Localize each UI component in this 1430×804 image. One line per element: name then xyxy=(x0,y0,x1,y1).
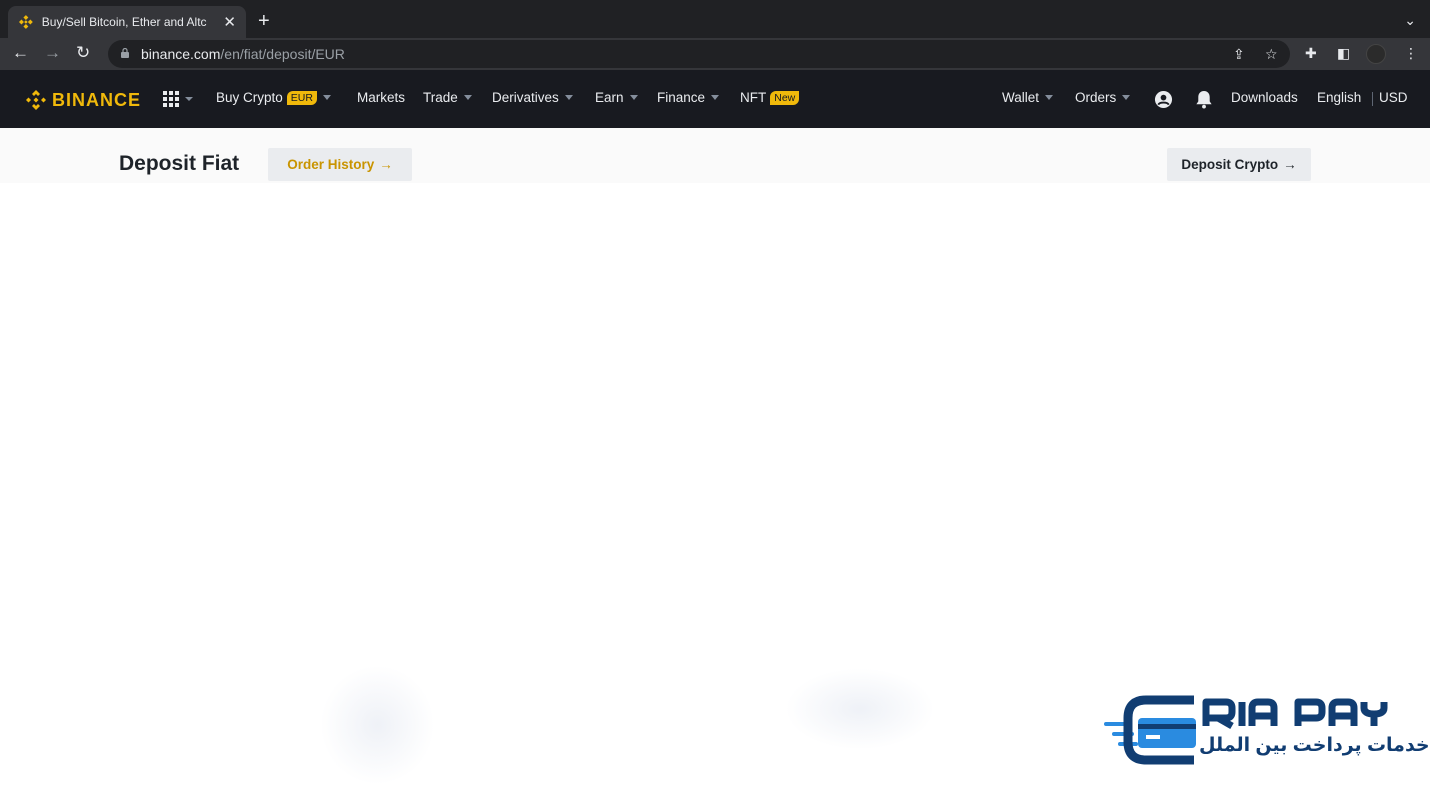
profile-avatar[interactable] xyxy=(1366,44,1386,64)
reload-icon[interactable]: ↻ xyxy=(76,43,90,63)
menu-dots-icon[interactable]: ⋮ xyxy=(1404,45,1418,62)
nav-orders[interactable]: Orders xyxy=(1075,90,1131,105)
order-history-label: Order History xyxy=(287,157,375,172)
chevron-down-icon xyxy=(1045,95,1054,100)
nav-wallet-label: Wallet xyxy=(1002,90,1040,105)
lock-icon xyxy=(121,48,129,58)
url-path: /en/fiat/deposit/EUR xyxy=(220,46,345,62)
nav-earn[interactable]: Earn xyxy=(595,90,638,105)
forward-icon[interactable]: → xyxy=(44,43,61,63)
tab-title: Buy/Sell Bitcoin, Ether and Altc xyxy=(41,15,207,29)
nav-downloads-label: Downloads xyxy=(1231,90,1298,105)
bookmark-star-icon[interactable]: ☆ xyxy=(1265,46,1278,63)
extensions-icon[interactable]: ✚ xyxy=(1305,45,1317,62)
side-panel-icon[interactable]: ◧ xyxy=(1337,45,1350,62)
nav-finance-label: Finance xyxy=(657,90,706,105)
nav-wallet[interactable]: Wallet xyxy=(1002,90,1054,105)
nav-currency-label: USD xyxy=(1379,90,1408,105)
new-tab-icon[interactable]: + xyxy=(258,11,270,31)
nav-nft-label: NFT xyxy=(740,90,767,105)
share-icon[interactable]: ⇪ xyxy=(1233,46,1245,63)
nav-language[interactable]: English xyxy=(1317,90,1361,105)
nav-markets[interactable]: Markets xyxy=(357,90,405,105)
nav-nft[interactable]: NFT New xyxy=(740,90,800,105)
chevron-down-icon xyxy=(322,95,331,100)
deposit-crypto-label: Deposit Crypto xyxy=(1181,157,1279,172)
nav-orders-label: Orders xyxy=(1075,90,1117,105)
arrow-right-icon: → xyxy=(379,157,393,172)
binance-logo-icon xyxy=(26,90,46,110)
chevron-down-icon xyxy=(564,95,573,100)
order-history-button[interactable]: Order History → xyxy=(268,148,412,181)
divider xyxy=(1372,92,1373,106)
nav-language-label: English xyxy=(1317,90,1362,105)
watermark-subtitle: خدمات پرداخت بین الملل xyxy=(1199,735,1430,756)
apps-grid-icon[interactable] xyxy=(163,91,193,107)
browser-tab-strip: Buy/Sell Bitcoin, Ether and Altc ✕ + ⌄ xyxy=(0,0,1430,38)
page-subheader: Deposit Fiat Order History → Deposit Cry… xyxy=(0,128,1430,183)
chevron-down-icon xyxy=(711,95,720,100)
nav-currency[interactable]: USD xyxy=(1379,90,1408,105)
chevron-down-icon xyxy=(1122,95,1131,100)
loading-placeholder xyxy=(785,668,935,750)
address-bar[interactable]: binance.com/en/fiat/deposit/EUR ⇪ ☆ xyxy=(108,40,1290,68)
nav-derivatives[interactable]: Derivatives xyxy=(492,90,573,105)
deposit-crypto-button[interactable]: Deposit Crypto → xyxy=(1167,148,1311,181)
page-title: Deposit Fiat xyxy=(119,152,240,175)
url-host: binance.com xyxy=(141,46,221,62)
loading-placeholder xyxy=(320,665,435,785)
logo-text: BINANCE xyxy=(52,89,142,110)
nav-downloads[interactable]: Downloads xyxy=(1231,90,1298,105)
binance-logo[interactable]: BINANCE xyxy=(24,88,141,112)
browser-toolbar: ← → ↻ binance.com/en/fiat/deposit/EUR ⇪ … xyxy=(0,38,1430,70)
nav-buy-crypto-label: Buy Crypto xyxy=(216,90,283,105)
eriapay-watermark: خدمات پرداخت بین الملل xyxy=(1102,694,1430,766)
nav-buy-crypto[interactable]: Buy Crypto EUR xyxy=(216,90,331,105)
tab-search-chevron-icon[interactable]: ⌄ xyxy=(1404,12,1416,29)
nav-trade[interactable]: Trade xyxy=(423,90,472,105)
back-icon[interactable]: ← xyxy=(12,43,29,63)
arrow-right-icon: → xyxy=(1283,157,1297,172)
new-badge: New xyxy=(770,90,800,105)
nav-markets-label: Markets xyxy=(357,90,406,105)
nav-earn-label: Earn xyxy=(595,90,624,105)
chevron-down-icon xyxy=(463,95,472,100)
close-tab-icon[interactable]: ✕ xyxy=(223,13,236,31)
eur-badge: EUR xyxy=(286,90,317,105)
nav-trade-label: Trade xyxy=(423,90,458,105)
nav-derivatives-label: Derivatives xyxy=(492,90,559,105)
url-text: binance.com/en/fiat/deposit/EUR xyxy=(141,46,345,62)
nav-finance[interactable]: Finance xyxy=(657,90,720,105)
binance-favicon-icon xyxy=(18,15,33,29)
user-account-icon[interactable] xyxy=(1154,90,1173,109)
browser-tab[interactable]: Buy/Sell Bitcoin, Ether and Altc ✕ xyxy=(8,6,246,38)
notification-bell-icon[interactable] xyxy=(1195,90,1213,109)
site-header: BINANCE Buy Crypto EUR Markets Trade Der… xyxy=(0,70,1430,128)
chevron-down-icon xyxy=(629,95,638,100)
